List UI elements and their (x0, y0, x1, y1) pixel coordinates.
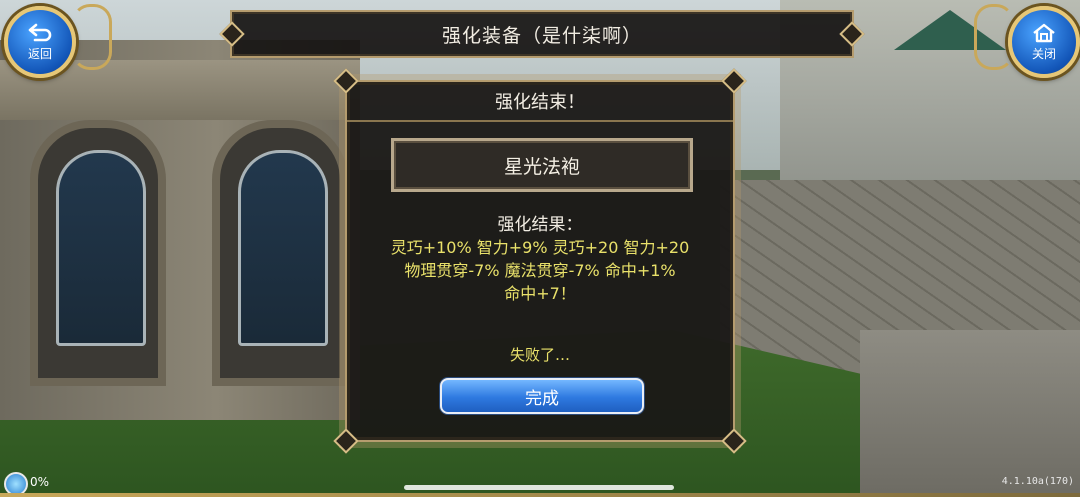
item-name-box: 星光法袍 (391, 138, 693, 192)
back-arrow-icon (28, 23, 52, 42)
back-button-ornament (72, 4, 112, 70)
exp-percent: 0% (30, 475, 50, 489)
enhance-result-dialog: 强化结束！ 星光法袍 强化结果： 灵巧+10% 智力+9% 灵巧+20 智力+2… (333, 68, 747, 454)
item-name: 星光法袍 (503, 155, 580, 178)
stone-path (860, 330, 1080, 497)
back-button[interactable]: 返回 (4, 6, 76, 78)
status-message: 失败了… (509, 346, 570, 364)
arched-window-right (212, 120, 348, 386)
close-button[interactable]: 关闭 (1008, 6, 1080, 78)
exp-bar (0, 493, 1080, 497)
arched-window-left (30, 120, 166, 386)
result-line-1: 灵巧+10% 智力+9% 灵巧+20 智力+20 (390, 238, 690, 257)
home-indicator[interactable] (404, 485, 674, 490)
dialog-title: 强化结束！ (347, 82, 733, 122)
result-line-2: 物理贯穿-7% 魔法贯穿-7% 命中+1% (404, 261, 676, 280)
result-line-3: 命中+7！ (504, 284, 576, 303)
version-label: 4.1.10a(170) (1001, 476, 1074, 487)
home-icon (1033, 23, 1055, 43)
page-title-bar: 强化装备（是什柒啊） (219, 10, 865, 58)
page-title: 强化装备（是什柒啊） (441, 24, 642, 47)
complete-button-label: 完成 (525, 388, 559, 409)
window-glass (56, 150, 146, 346)
window-glass (238, 150, 328, 346)
complete-button[interactable]: 完成 (440, 378, 644, 414)
close-button-label: 关闭 (1031, 47, 1056, 61)
result-heading: 强化结果： (497, 215, 583, 235)
back-button-label: 返回 (27, 47, 52, 61)
